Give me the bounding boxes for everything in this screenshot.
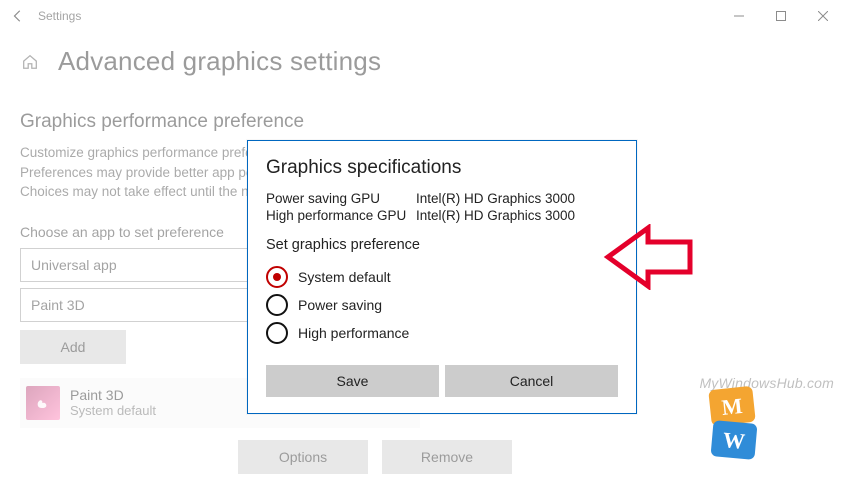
list-item-pref: System default bbox=[70, 403, 156, 418]
dialog-subheading: Set graphics preference bbox=[266, 237, 618, 253]
add-button[interactable]: Add bbox=[20, 330, 126, 364]
minimize-button[interactable] bbox=[718, 2, 760, 30]
maximize-icon bbox=[776, 11, 786, 21]
save-button[interactable]: Save bbox=[266, 365, 439, 397]
radio-power-saving[interactable]: Power saving bbox=[266, 291, 618, 319]
list-item-name: Paint 3D bbox=[70, 387, 156, 403]
section-heading: Graphics performance preference bbox=[20, 111, 826, 133]
app-tile-icon bbox=[26, 386, 60, 420]
page-header: Advanced graphics settings bbox=[0, 32, 846, 83]
radio-label: Power saving bbox=[298, 297, 382, 313]
app-name: Settings bbox=[38, 9, 81, 23]
dialog-title: Graphics specifications bbox=[266, 157, 618, 179]
radio-icon bbox=[266, 294, 288, 316]
spec-key: High performance GPU bbox=[266, 208, 416, 223]
page-title: Advanced graphics settings bbox=[58, 46, 381, 77]
titlebar: Settings bbox=[0, 0, 846, 32]
spec-value: Intel(R) HD Graphics 3000 bbox=[416, 208, 618, 223]
maximize-button[interactable] bbox=[760, 2, 802, 30]
svg-text:M: M bbox=[720, 393, 743, 420]
radio-icon bbox=[266, 322, 288, 344]
back-button[interactable] bbox=[2, 0, 34, 32]
svg-text:W: W bbox=[722, 427, 746, 454]
gpu-spec-table: Power saving GPU Intel(R) HD Graphics 30… bbox=[266, 191, 618, 223]
app-picker-value: Paint 3D bbox=[31, 297, 85, 313]
watermark-logo-icon: M W bbox=[702, 386, 766, 469]
home-icon[interactable] bbox=[20, 52, 40, 72]
radio-label: High performance bbox=[298, 325, 409, 341]
dialog-actions: Save Cancel bbox=[266, 363, 618, 397]
spec-value: Intel(R) HD Graphics 3000 bbox=[416, 191, 618, 206]
radio-system-default[interactable]: System default bbox=[266, 263, 618, 291]
list-item-text: Paint 3D System default bbox=[70, 387, 156, 418]
radio-label: System default bbox=[298, 269, 391, 285]
minimize-icon bbox=[734, 11, 744, 21]
spec-key: Power saving GPU bbox=[266, 191, 416, 206]
options-button[interactable]: Options bbox=[238, 440, 368, 474]
annotation-arrow-icon bbox=[602, 224, 694, 295]
graphics-spec-dialog: Graphics specifications Power saving GPU… bbox=[247, 140, 637, 414]
settings-window: { "titlebar": { "app_name": "Settings" }… bbox=[0, 0, 846, 501]
remove-button[interactable]: Remove bbox=[382, 440, 512, 474]
cancel-button[interactable]: Cancel bbox=[445, 365, 618, 397]
close-button[interactable] bbox=[802, 2, 844, 30]
app-type-value: Universal app bbox=[31, 257, 117, 273]
close-icon bbox=[818, 11, 828, 21]
add-button-label: Add bbox=[61, 339, 86, 355]
radio-high-performance[interactable]: High performance bbox=[266, 319, 618, 347]
radio-icon bbox=[266, 266, 288, 288]
back-arrow-icon bbox=[11, 9, 25, 23]
